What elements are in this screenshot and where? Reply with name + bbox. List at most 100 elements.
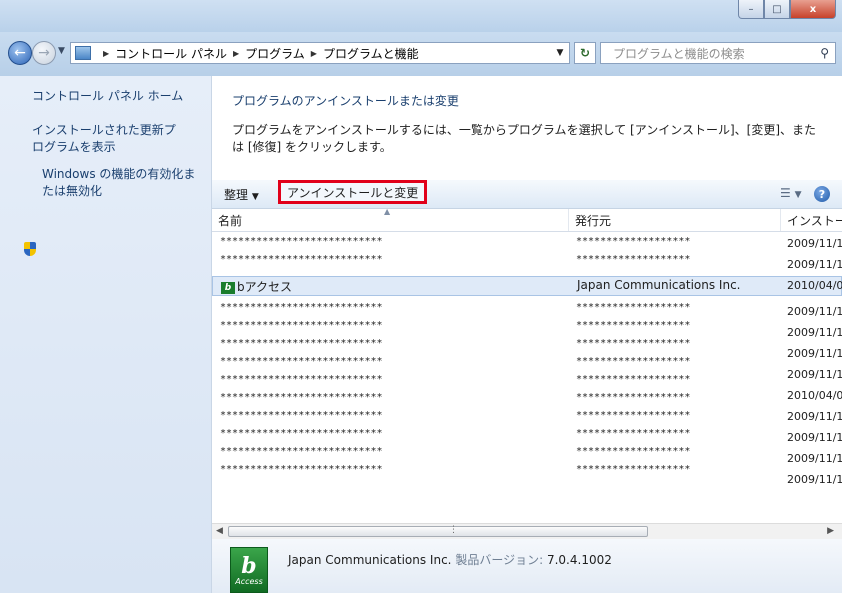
- page-title: プログラムのアンインストールまたは変更: [232, 94, 459, 108]
- search-input[interactable]: プログラムと機能の検索 ⚲: [600, 42, 836, 64]
- table-row[interactable]: *************************** ************…: [212, 252, 842, 270]
- horizontal-scrollbar[interactable]: ◀ ⋮ ▶: [212, 523, 842, 540]
- breadcrumb-control-panel[interactable]: コントロール パネル: [115, 45, 227, 62]
- details-version-label: 製品バージョン:: [455, 553, 544, 567]
- install-date: 2009/11/1: [787, 237, 842, 250]
- b-access-app-icon: b: [221, 281, 235, 294]
- program-name: b bアクセス: [221, 278, 292, 295]
- breadcrumb-programs[interactable]: プログラム: [245, 45, 305, 62]
- table-row[interactable]: *************************** ************…: [212, 408, 842, 426]
- table-row[interactable]: *************************** ************…: [212, 390, 842, 408]
- program-name: ***************************: [220, 254, 383, 265]
- install-date: 2009/11/1: [787, 347, 842, 360]
- install-date: 2009/11/1: [787, 368, 842, 381]
- program-name: ***************************: [220, 428, 383, 439]
- uninstall-change-button[interactable]: アンインストールと変更: [278, 180, 428, 204]
- icon-caption: Access: [235, 576, 263, 586]
- forward-arrow-icon[interactable]: →: [32, 41, 56, 65]
- install-date: 2009/11/1: [787, 305, 842, 318]
- table-row[interactable]: *************************** ************…: [212, 336, 842, 354]
- maximize-button[interactable]: □: [764, 0, 790, 19]
- program-name: ***************************: [220, 464, 383, 475]
- back-arrow-icon[interactable]: ←: [8, 41, 32, 65]
- change-view-icon[interactable]: ☰ ▼: [780, 186, 802, 200]
- details-version: 7.0.4.1002: [546, 553, 612, 567]
- program-list: *************************** ************…: [212, 234, 842, 514]
- install-date: 2009/11/1: [787, 473, 842, 486]
- icon-letter: b: [241, 552, 257, 579]
- column-installed-on[interactable]: インストー: [781, 209, 842, 231]
- recent-pages-dropdown-icon[interactable]: ▼: [58, 46, 65, 56]
- program-publisher: *******************: [576, 464, 691, 475]
- close-button[interactable]: x: [790, 0, 836, 19]
- breadcrumb-separator-icon[interactable]: ▶: [103, 49, 109, 58]
- table-row[interactable]: *************************** ************…: [212, 300, 842, 318]
- table-row[interactable]: *************************** ************…: [212, 426, 842, 444]
- table-row[interactable]: *************************** ************…: [212, 234, 842, 252]
- table-row-selected[interactable]: b bアクセス Japan Communications Inc.: [212, 276, 842, 296]
- page-description: プログラムをアンインストールするには、一覧からプログラムを選択して [アンインス…: [232, 123, 817, 154]
- program-publisher: *******************: [576, 302, 691, 313]
- install-date: 2009/11/1: [787, 326, 842, 339]
- task-pane: コントロール パネル ホーム インストールされた更新プログラムを表示 Windo…: [0, 76, 212, 593]
- column-publisher[interactable]: 発行元: [569, 209, 781, 231]
- main-content: プログラムのアンインストールまたは変更 プログラムをアンインストールするには、一…: [212, 76, 842, 593]
- breadcrumb-separator-icon[interactable]: ▶: [233, 49, 239, 58]
- search-placeholder: プログラムと機能の検索: [613, 46, 745, 61]
- program-publisher: *******************: [576, 428, 691, 439]
- install-date: 2010/04/0: [787, 279, 842, 292]
- program-publisher: *******************: [576, 338, 691, 349]
- column-name-label: 名前: [218, 213, 243, 228]
- scroll-right-icon[interactable]: ▶: [827, 526, 834, 536]
- table-row[interactable]: *************************** ************…: [212, 318, 842, 336]
- sidebar-item-view-installed-updates[interactable]: インストールされた更新プログラムを表示: [32, 122, 182, 156]
- sidebar-item-control-panel-home[interactable]: コントロール パネル ホーム: [32, 88, 202, 105]
- program-publisher: *******************: [576, 446, 691, 457]
- column-name[interactable]: 名前 ▲: [212, 207, 569, 231]
- sort-ascending-icon: ▲: [384, 207, 391, 216]
- address-dropdown-icon[interactable]: ▼: [551, 43, 569, 63]
- breadcrumb-separator-icon[interactable]: ▶: [311, 49, 317, 58]
- scroll-left-icon[interactable]: ◀: [216, 526, 223, 536]
- install-date: 2009/11/1: [787, 431, 842, 444]
- program-publisher: *******************: [576, 320, 691, 331]
- program-publisher: *******************: [576, 254, 691, 265]
- help-icon[interactable]: ?: [814, 186, 830, 202]
- install-date: 2010/04/0: [787, 389, 842, 402]
- program-name: ***************************: [220, 356, 383, 367]
- table-row[interactable]: *************************** ************…: [212, 372, 842, 390]
- installed-on-column: 2009/11/1 2009/11/1 2010/04/0 2009/11/1 …: [781, 234, 842, 514]
- scrollbar-thumb[interactable]: ⋮: [228, 525, 648, 537]
- program-publisher: *******************: [576, 410, 691, 421]
- details-text: Japan Communications Inc. 製品バージョン: 7.0.4…: [288, 551, 612, 568]
- program-name: ***************************: [220, 338, 383, 349]
- address-bar[interactable]: ▶ コントロール パネル ▶ プログラム ▶ プログラムと機能 ▼: [70, 42, 570, 64]
- column-header: 名前 ▲ 発行元 インストー: [212, 207, 842, 232]
- search-icon[interactable]: ⚲: [820, 46, 829, 60]
- details-publisher: Japan Communications Inc.: [288, 553, 452, 567]
- minimize-button[interactable]: –: [738, 0, 764, 19]
- sidebar-item-windows-features[interactable]: Windows の機能の有効化または無効化: [42, 166, 202, 200]
- organize-button[interactable]: 整理 ▼: [224, 186, 259, 203]
- program-publisher: *******************: [576, 236, 691, 247]
- program-name: ***************************: [220, 392, 383, 403]
- install-date: 2009/11/1: [787, 452, 842, 465]
- program-name: ***************************: [220, 446, 383, 457]
- table-row[interactable]: *************************** ************…: [212, 462, 842, 480]
- program-name: ***************************: [220, 320, 383, 331]
- table-row[interactable]: *************************** ************…: [212, 354, 842, 372]
- control-panel-icon: [75, 46, 91, 60]
- install-date: 2009/11/1: [787, 410, 842, 423]
- shield-icon: [24, 242, 36, 256]
- program-name: ***************************: [220, 302, 383, 313]
- refresh-icon[interactable]: ↻: [574, 42, 596, 64]
- navigation-bar: ← → ▼ ▶ コントロール パネル ▶ プログラム ▶ プログラムと機能 ▼ …: [0, 32, 842, 76]
- table-row[interactable]: *************************** ************…: [212, 444, 842, 462]
- command-toolbar: 整理 ▼ アンインストールと変更 ☰ ▼ ?: [212, 180, 842, 209]
- breadcrumb-programs-and-features[interactable]: プログラムと機能: [323, 45, 419, 62]
- b-access-large-icon: b Access: [230, 547, 268, 593]
- program-name-text: bアクセス: [237, 280, 293, 294]
- details-pane: b Access Japan Communications Inc. 製品バージ…: [212, 539, 842, 593]
- program-name: ***************************: [220, 374, 383, 385]
- program-name: ***************************: [220, 236, 383, 247]
